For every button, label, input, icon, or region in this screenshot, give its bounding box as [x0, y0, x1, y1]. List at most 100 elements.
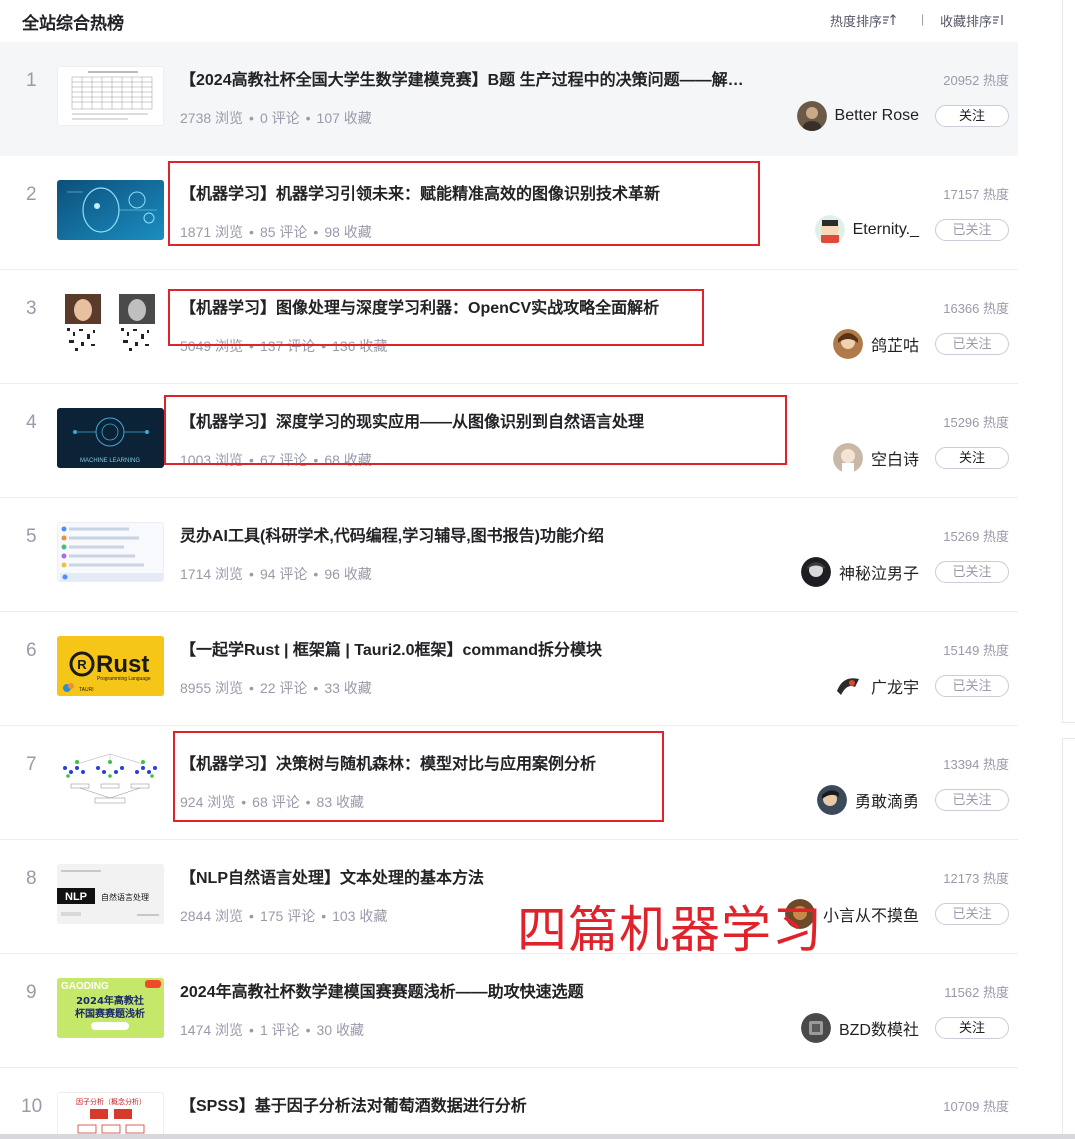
follow-button[interactable]: 关注 — [935, 105, 1009, 127]
comment-count: 137 评论 — [259, 338, 316, 354]
heat-score: 12173 热度 — [943, 871, 1009, 886]
article-title[interactable]: 【机器学习】深度学习的现实应用——从图像识别到自然语言处理 — [180, 408, 644, 432]
list-item[interactable]: 1 【2024高教社杯全国大学生数学建模竞赛】B题 生产过程中的决策问题——解…… — [0, 42, 1018, 156]
article-title[interactable]: 【一起学Rust | 框架篇 | Tauri2.0框架】command拆分模块 — [180, 636, 602, 660]
tauri-label: TAURI — [79, 687, 94, 693]
author[interactable]: 神秘泣男子 — [800, 557, 919, 587]
author-name[interactable]: 空白诗 — [871, 446, 919, 470]
author-name[interactable]: Better Rose — [835, 107, 919, 125]
sort-by-favorites-button[interactable]: 收藏排序 — [940, 11, 1004, 30]
author-name[interactable]: 广龙宇 — [871, 674, 919, 698]
article-title[interactable]: 【机器学习】机器学习引领未来：赋能精准高效的图像识别技术革新 — [180, 180, 660, 204]
list-item[interactable]: 9 GAODING 2024年高教社 杯国赛赛题浅析 2024年高教社杯数学建模… — [0, 954, 1018, 1068]
article-thumbnail[interactable]: 因子分析（概念分析） — [57, 1092, 164, 1139]
rank-number: 8 — [26, 868, 37, 889]
article-meta: 2738 浏览 • 0 评论 • 107 收藏 — [180, 110, 372, 126]
author[interactable]: Eternity._ — [814, 215, 919, 245]
author[interactable]: 鸽芷咕 — [832, 329, 919, 359]
article-thumbnail[interactable]: NLP 自然语言处理 — [57, 864, 164, 924]
heat-score: 20952 热度 — [943, 73, 1009, 88]
author[interactable]: 空白诗 — [832, 443, 919, 473]
author-name[interactable]: Eternity._ — [853, 221, 919, 239]
article-title[interactable]: 2024年高教社杯数学建模国赛赛题浅析——助攻快速选题 — [180, 978, 584, 1002]
list-item[interactable]: 3 【机器学习】图像处理与深度学习利器：OpenCV实战攻略全面解析 5049 … — [0, 270, 1018, 384]
view-count: 1474 浏览 — [180, 1022, 244, 1038]
avatar[interactable] — [800, 557, 831, 587]
article-thumbnail[interactable] — [57, 66, 164, 126]
avatar[interactable] — [832, 443, 863, 473]
follow-button[interactable]: 已关注 — [935, 903, 1009, 925]
article-title[interactable]: 【NLP自然语言处理】文本处理的基本方法 — [180, 864, 484, 888]
thumb-label: GAODING — [61, 981, 109, 992]
article-thumbnail[interactable] — [57, 294, 164, 354]
favorite-count: 136 收藏 — [332, 338, 388, 354]
avatar[interactable] — [816, 785, 847, 815]
follow-button[interactable]: 关注 — [935, 1017, 1009, 1039]
heat-score: 13394 热度 — [943, 757, 1009, 772]
author-name[interactable]: 鸽芷咕 — [871, 332, 919, 356]
heat-score: 17157 热度 — [943, 187, 1009, 202]
article-thumbnail[interactable]: GAODING 2024年高教社 杯国赛赛题浅析 — [57, 978, 164, 1038]
list-item[interactable]: 7 【机器学习】决策树与随机森林：模型对比与应用案例分析 924 浏览 • 68… — [0, 726, 1018, 840]
follow-button[interactable]: 已关注 — [935, 219, 1009, 241]
side-panel-border — [1062, 738, 1063, 1139]
article-meta: 1714 浏览 • 94 评论 • 96 收藏 — [180, 566, 372, 582]
avatar[interactable] — [814, 215, 845, 245]
follow-button[interactable]: 关注 — [935, 447, 1009, 469]
thumb-label: MACHINE LEARNING — [80, 458, 140, 464]
list-item[interactable]: 2 【机器学习】机器学习引领未来：赋能精准高效的图像识别技术革新 1871 浏览… — [0, 156, 1018, 270]
author-name[interactable]: 小言从不摸鱼 — [823, 902, 919, 926]
article-meta: 1003 浏览 • 67 评论 • 68 收藏 — [180, 452, 372, 468]
article-meta: 1871 浏览 • 85 评论 • 98 收藏 — [180, 224, 372, 240]
heat-score: 15296 热度 — [943, 415, 1009, 430]
annotation-label: 四篇机器学习 — [517, 901, 823, 959]
list-item[interactable]: 5 灵办AI工具(科研学术,代码编程,学习辅导,图书报告)功能介绍 1714 浏… — [0, 498, 1018, 612]
comment-count: 85 评论 — [259, 224, 308, 240]
article-thumbnail[interactable] — [57, 180, 164, 240]
author-name[interactable]: BZD数模社 — [839, 1016, 919, 1040]
avatar[interactable] — [800, 1013, 831, 1043]
favorite-count: 103 收藏 — [332, 908, 388, 924]
article-title[interactable]: 【SPSS】基于因子分析法对葡萄酒数据进行分析 — [180, 1092, 527, 1116]
follow-button[interactable]: 已关注 — [935, 561, 1009, 583]
thumb-label: 因子分析（概念分析） — [76, 1097, 146, 1106]
author-name[interactable]: 神秘泣男子 — [839, 560, 919, 584]
article-title[interactable]: 灵办AI工具(科研学术,代码编程,学习辅导,图书报告)功能介绍 — [180, 522, 604, 546]
author[interactable]: BZD数模社 — [800, 1013, 919, 1043]
follow-button[interactable]: 已关注 — [935, 789, 1009, 811]
view-count: 2844 浏览 — [180, 908, 244, 924]
author-name[interactable]: 勇敢滴勇 — [855, 788, 919, 812]
avatar[interactable] — [832, 329, 863, 359]
list-item[interactable]: 10 因子分析（概念分析） 【SPSS】基于因子分析法对葡萄酒数据进行分析 10… — [0, 1068, 1018, 1139]
rank-number: 7 — [26, 754, 37, 775]
comment-count: 1 评论 — [259, 1022, 300, 1038]
article-thumbnail[interactable] — [57, 522, 164, 582]
favorite-count: 33 收藏 — [324, 680, 372, 696]
author[interactable]: 广龙宇 — [832, 671, 919, 701]
rank-number: 6 — [26, 640, 37, 661]
rank-number: 3 — [26, 298, 37, 319]
comment-count: 175 评论 — [259, 908, 316, 924]
follow-button[interactable]: 已关注 — [935, 675, 1009, 697]
author[interactable]: 勇敢滴勇 — [816, 785, 919, 815]
list-item[interactable]: 8 NLP 自然语言处理 【NLP自然语言处理】文本处理的基本方法 2844 浏… — [0, 840, 1018, 954]
sort-by-heat-button[interactable]: 热度排序 — [830, 11, 896, 30]
avatar[interactable] — [796, 101, 827, 131]
avatar[interactable] — [832, 671, 863, 701]
thumb-label: 2024年高教社 — [76, 994, 144, 1007]
follow-button[interactable]: 已关注 — [935, 333, 1009, 355]
horizontal-scrollbar[interactable] — [0, 1134, 1075, 1139]
article-title[interactable]: 【机器学习】决策树与随机森林：模型对比与应用案例分析 — [180, 750, 596, 774]
rank-number: 10 — [21, 1096, 43, 1117]
article-thumbnail[interactable] — [57, 750, 164, 810]
article-title[interactable]: 【机器学习】图像处理与深度学习利器：OpenCV实战攻略全面解析 — [180, 294, 659, 318]
rank-number: 9 — [26, 982, 37, 1003]
list-item[interactable]: 6 R Rust Programming Language TAURI 【一起学… — [0, 612, 1018, 726]
article-title[interactable]: 【2024高教社杯全国大学生数学建模竞赛】B题 生产过程中的决策问题——解… — [180, 66, 744, 90]
article-meta: 924 浏览 • 68 评论 • 83 收藏 — [180, 794, 364, 810]
author[interactable]: Better Rose — [796, 101, 919, 131]
article-thumbnail[interactable]: MACHINE LEARNING — [57, 408, 164, 468]
thumb-label: 杯国赛赛题浅析 — [75, 1007, 145, 1020]
article-thumbnail[interactable]: R Rust Programming Language TAURI — [57, 636, 164, 696]
list-item[interactable]: 4 MACHINE LEARNING 【机器学习】深度学习的现实应用——从图像识… — [0, 384, 1018, 498]
